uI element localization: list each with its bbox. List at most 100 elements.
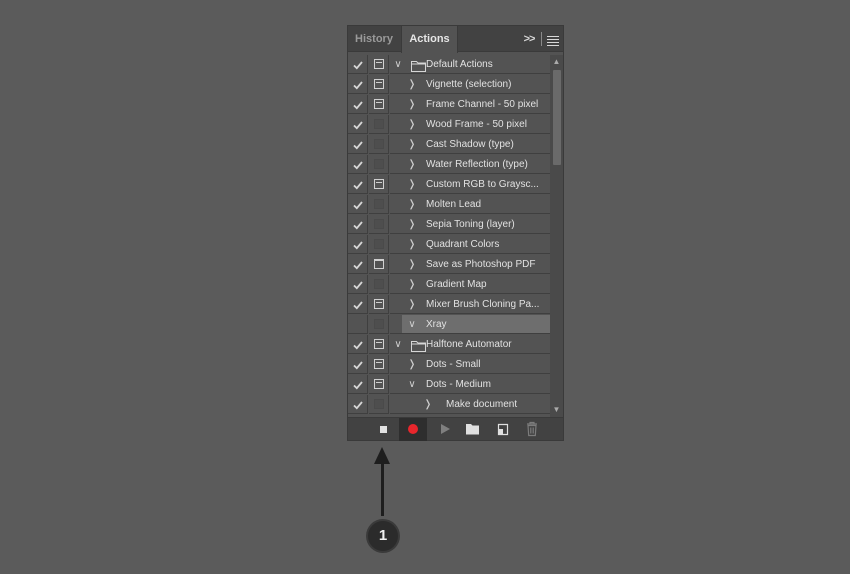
chevron-right-icon[interactable]: ❭: [406, 235, 418, 254]
toggle-item-on-off[interactable]: [348, 215, 368, 234]
toggle-dialog-on-off[interactable]: [369, 135, 389, 154]
item-name-cell[interactable]: ∨ Xray: [390, 315, 550, 334]
action-row[interactable]: ❭ Dots - Small: [348, 355, 550, 375]
toggle-dialog-on-off[interactable]: [369, 95, 389, 114]
chevron-right-icon[interactable]: ❭: [406, 255, 418, 274]
item-name-cell[interactable]: ∨ Dots - Medium: [390, 375, 550, 394]
toggle-dialog-on-off[interactable]: [369, 215, 389, 234]
toggle-item-on-off[interactable]: [348, 395, 368, 414]
toggle-dialog-on-off[interactable]: [369, 55, 389, 74]
toggle-dialog-on-off[interactable]: [369, 235, 389, 254]
action-row[interactable]: ∨ Xray: [348, 315, 550, 335]
toggle-item-on-off[interactable]: [348, 175, 368, 194]
toggle-dialog-on-off[interactable]: [369, 255, 389, 274]
toggle-item-on-off[interactable]: [348, 235, 368, 254]
toggle-dialog-on-off[interactable]: [369, 315, 389, 334]
chevron-right-icon[interactable]: ❭: [406, 155, 418, 174]
item-name-cell[interactable]: ❭ Make document: [390, 395, 550, 414]
toggle-item-on-off[interactable]: [348, 115, 368, 134]
item-name-cell[interactable]: ❭ Sepia Toning (layer): [390, 215, 550, 234]
record-button[interactable]: [399, 418, 427, 441]
action-set-row[interactable]: ∨ Default Actions: [348, 55, 550, 75]
toggle-dialog-on-off[interactable]: [369, 195, 389, 214]
item-name-cell[interactable]: ❭ Wood Frame - 50 pixel: [390, 115, 550, 134]
action-row[interactable]: ❭ Molten Lead: [348, 195, 550, 215]
toggle-dialog-on-off[interactable]: [369, 295, 389, 314]
scroll-down-icon[interactable]: ▼: [552, 406, 561, 414]
toggle-item-on-off[interactable]: [348, 135, 368, 154]
item-name-cell[interactable]: ❭ Quadrant Colors: [390, 235, 550, 254]
scroll-thumb[interactable]: [553, 70, 561, 165]
chevron-right-icon[interactable]: ❭: [406, 95, 418, 114]
toggle-item-on-off[interactable]: [348, 355, 368, 374]
toggle-dialog-on-off[interactable]: [369, 75, 389, 94]
toggle-dialog-on-off[interactable]: [369, 375, 389, 394]
item-name-cell[interactable]: ❭ Gradient Map: [390, 275, 550, 294]
chevron-down-icon[interactable]: ∨: [406, 315, 418, 334]
toggle-item-on-off[interactable]: [348, 275, 368, 294]
toggle-item-on-off[interactable]: [348, 75, 368, 94]
toggle-item-on-off[interactable]: [348, 255, 368, 274]
chevron-right-icon[interactable]: ❭: [406, 215, 418, 234]
action-set-row[interactable]: ∨ Halftone Automator: [348, 335, 550, 355]
item-name-cell[interactable]: ❭ Save as Photoshop PDF: [390, 255, 550, 274]
action-step-row[interactable]: ❭ Make document: [348, 395, 550, 415]
action-row[interactable]: ❭ Frame Channel - 50 pixel: [348, 95, 550, 115]
toggle-item-on-off[interactable]: [348, 315, 368, 334]
toggle-dialog-on-off[interactable]: [369, 175, 389, 194]
action-row[interactable]: ❭ Water Reflection (type): [348, 155, 550, 175]
item-name-cell[interactable]: ❭ Molten Lead: [390, 195, 550, 214]
item-name-cell[interactable]: ❭ Dots - Small: [390, 355, 550, 374]
action-row[interactable]: ❭ Custom RGB to Graysc...: [348, 175, 550, 195]
item-name-cell[interactable]: ❭ Frame Channel - 50 pixel: [390, 95, 550, 114]
item-name-cell[interactable]: ❭ Cast Shadow (type): [390, 135, 550, 154]
action-row[interactable]: ❭ Vignette (selection): [348, 75, 550, 95]
toggle-item-on-off[interactable]: [348, 295, 368, 314]
tab-history[interactable]: History: [348, 26, 400, 52]
stop-recording-button[interactable]: [370, 418, 398, 441]
chevron-right-icon[interactable]: ❭: [406, 115, 418, 134]
chevron-down-icon[interactable]: ∨: [406, 375, 418, 394]
toggle-dialog-on-off[interactable]: [369, 355, 389, 374]
scrollbar[interactable]: ▲ ▼: [550, 55, 563, 417]
toggle-dialog-on-off[interactable]: [369, 335, 389, 354]
item-name-cell[interactable]: ❭ Custom RGB to Graysc...: [390, 175, 550, 194]
collapse-panel-icon[interactable]: >>: [522, 26, 536, 52]
action-row[interactable]: ∨ Dots - Medium: [348, 375, 550, 395]
toggle-item-on-off[interactable]: [348, 195, 368, 214]
toggle-item-on-off[interactable]: [348, 335, 368, 354]
chevron-right-icon[interactable]: ❭: [406, 135, 418, 154]
toggle-item-on-off[interactable]: [348, 55, 368, 74]
chevron-down-icon[interactable]: ∨: [392, 55, 404, 74]
action-row[interactable]: ❭ Save as Photoshop PDF: [348, 255, 550, 275]
toggle-dialog-on-off[interactable]: [369, 395, 389, 414]
item-name-cell[interactable]: ❭ Vignette (selection): [390, 75, 550, 94]
action-row[interactable]: ❭ Gradient Map: [348, 275, 550, 295]
item-name-cell[interactable]: ❭ Water Reflection (type): [390, 155, 550, 174]
toggle-item-on-off[interactable]: [348, 155, 368, 174]
chevron-right-icon[interactable]: ❭: [406, 175, 418, 194]
action-row[interactable]: ❭ Sepia Toning (layer): [348, 215, 550, 235]
chevron-down-icon[interactable]: ∨: [392, 335, 404, 354]
action-row[interactable]: ❭ Cast Shadow (type): [348, 135, 550, 155]
toggle-item-on-off[interactable]: [348, 95, 368, 114]
new-action-button[interactable]: [489, 418, 517, 441]
tab-actions[interactable]: Actions: [401, 26, 458, 53]
item-name-cell[interactable]: ∨ Halftone Automator: [390, 335, 550, 354]
chevron-right-icon[interactable]: ❭: [406, 195, 418, 214]
action-row[interactable]: ❭ Mixer Brush Cloning Pa...: [348, 295, 550, 315]
toggle-item-on-off[interactable]: [348, 375, 368, 394]
chevron-right-icon[interactable]: ❭: [422, 395, 434, 414]
panel-menu-icon[interactable]: [547, 34, 559, 46]
chevron-right-icon[interactable]: ❭: [406, 275, 418, 294]
play-button[interactable]: [430, 418, 458, 441]
new-set-button[interactable]: [458, 418, 486, 441]
chevron-right-icon[interactable]: ❭: [406, 355, 418, 374]
delete-button[interactable]: [518, 418, 546, 441]
toggle-dialog-on-off[interactable]: [369, 115, 389, 134]
chevron-right-icon[interactable]: ❭: [406, 295, 418, 314]
action-row[interactable]: ❭ Wood Frame - 50 pixel: [348, 115, 550, 135]
scroll-up-icon[interactable]: ▲: [552, 58, 561, 66]
chevron-right-icon[interactable]: ❭: [406, 75, 418, 94]
toggle-dialog-on-off[interactable]: [369, 155, 389, 174]
